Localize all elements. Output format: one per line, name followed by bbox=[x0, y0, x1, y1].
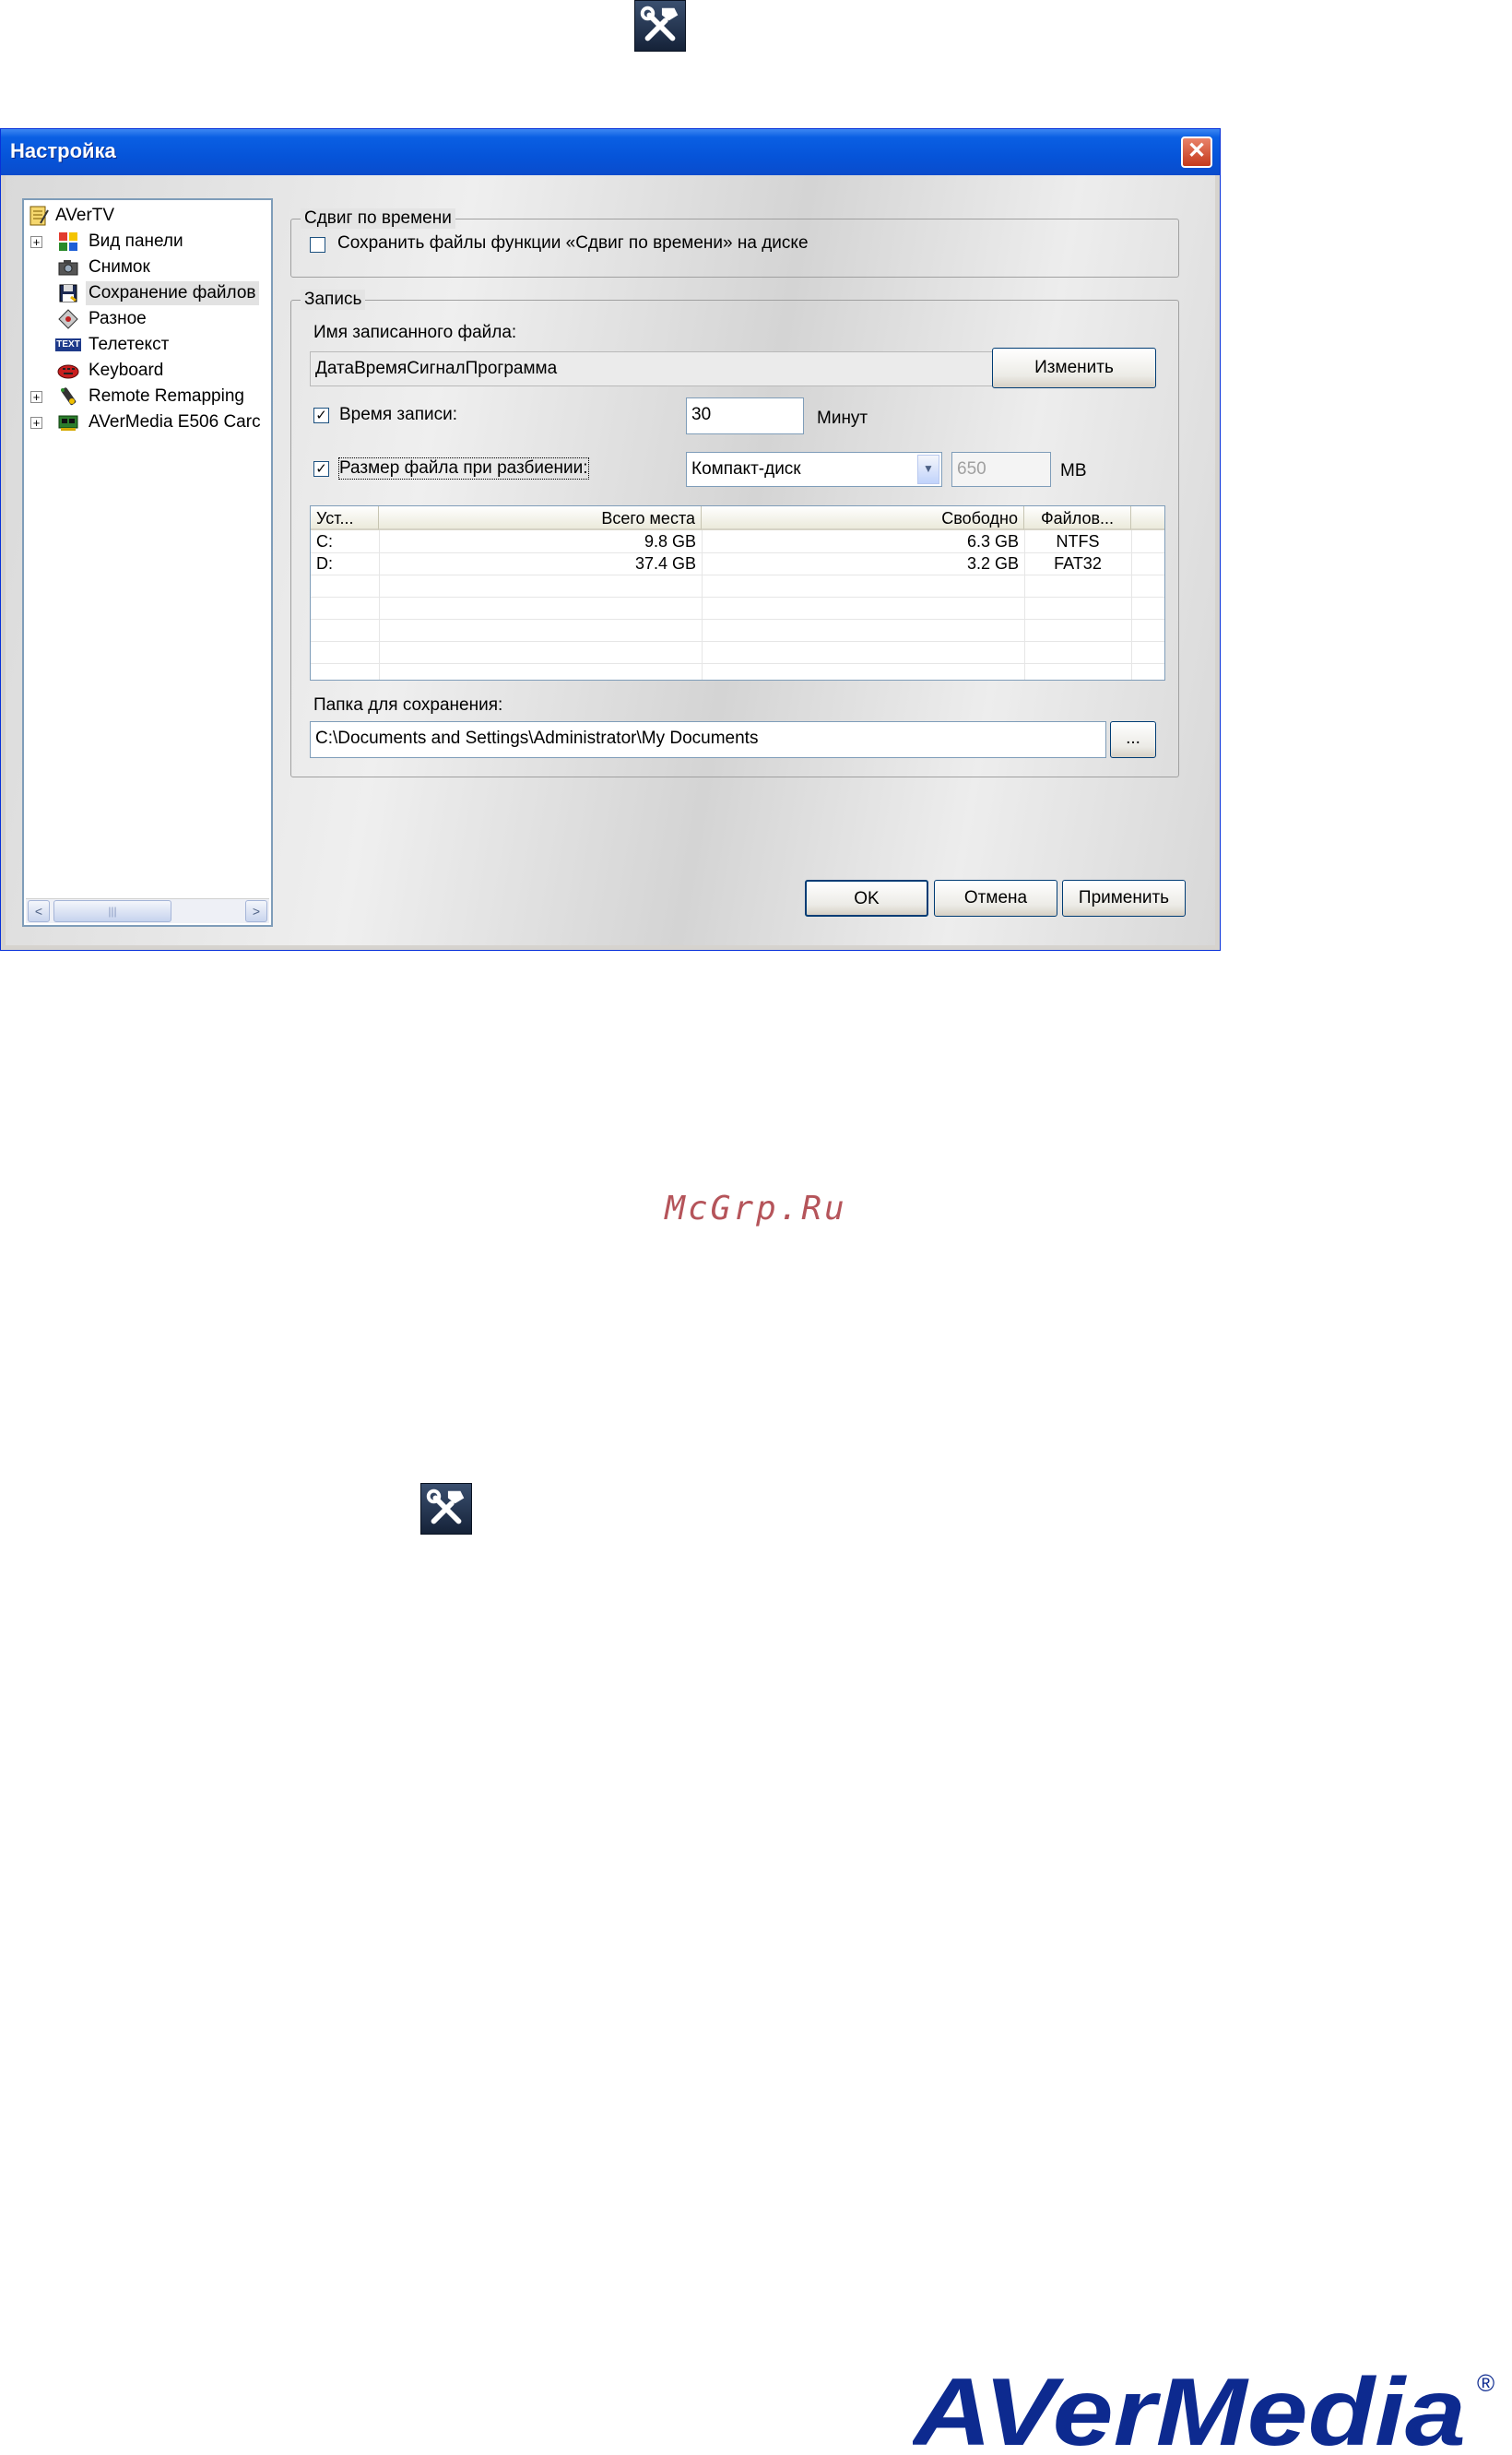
chevron-down-icon[interactable]: ▼ bbox=[917, 455, 939, 484]
scroll-thumb[interactable]: ||| bbox=[53, 900, 171, 922]
tree-item-avertv[interactable]: AVerTV bbox=[24, 204, 266, 228]
tree-item-panel-view[interactable]: + Вид панели bbox=[24, 230, 266, 254]
dialog-client: AVerTV + Вид панели Снимок Сохранение фа… bbox=[6, 175, 1215, 945]
record-time-label: Время записи: bbox=[339, 405, 458, 424]
remote-icon bbox=[57, 385, 79, 408]
tree-item-label: Телетекст bbox=[89, 335, 170, 354]
tree-item-label: AVerTV bbox=[55, 206, 115, 225]
scroll-left-icon[interactable]: < bbox=[28, 900, 50, 922]
tools-icon bbox=[420, 1483, 472, 1535]
tree-item-label: Снимок bbox=[89, 257, 150, 277]
color-squares-icon bbox=[57, 231, 79, 253]
column-header-device[interactable]: Уст... bbox=[311, 506, 379, 530]
timeshift-legend: Сдвиг по времени bbox=[301, 208, 455, 229]
tree-item-remote-remapping[interactable]: + Remote Remapping bbox=[24, 385, 266, 409]
folder-label: Папка для сохранения: bbox=[313, 695, 503, 715]
expand-icon[interactable]: + bbox=[30, 391, 42, 403]
tree-item-label: Сохранение файлов bbox=[86, 281, 259, 305]
scroll-right-icon[interactable]: > bbox=[245, 900, 267, 922]
table-cell: 37.4 GB bbox=[634, 554, 696, 573]
timeshift-save-label: Сохранить файлы функции «Сдвиг по времен… bbox=[337, 233, 809, 253]
column-header-free[interactable]: Свободно bbox=[702, 506, 1024, 530]
keyboard-icon bbox=[57, 360, 79, 382]
tree-item-file-saving[interactable]: Сохранение файлов bbox=[24, 281, 266, 305]
ok-button[interactable]: OK bbox=[805, 880, 928, 917]
tree-item-misc[interactable]: Разное bbox=[24, 307, 266, 331]
split-size-unit: MB bbox=[1060, 461, 1087, 480]
split-size-label: Размер файла при разбиении: bbox=[338, 457, 589, 480]
expand-icon[interactable]: + bbox=[30, 236, 42, 248]
record-time-checkbox[interactable]: ✓ bbox=[313, 408, 329, 423]
table-cell: 6.3 GB bbox=[966, 532, 1019, 551]
change-filename-button[interactable]: Изменить bbox=[992, 348, 1156, 388]
table-cell: C: bbox=[316, 532, 333, 551]
split-type-select[interactable]: Компакт-диск ▼ bbox=[686, 452, 942, 487]
timeshift-save-checkbox[interactable] bbox=[310, 237, 325, 253]
text-icon: TEXT bbox=[55, 338, 81, 351]
notepad-icon bbox=[28, 205, 50, 227]
svg-text:®: ® bbox=[1477, 2369, 1494, 2397]
split-size-input: 650 bbox=[951, 452, 1051, 487]
expand-icon[interactable]: + bbox=[30, 417, 42, 429]
column-header-filler bbox=[1131, 506, 1164, 530]
apply-button[interactable]: Применить bbox=[1062, 880, 1186, 917]
column-header-filesystem[interactable]: Файлов... bbox=[1024, 506, 1131, 530]
tree-item-keyboard[interactable]: Keyboard bbox=[24, 359, 266, 383]
svg-text:AVerMedia: AVerMedia bbox=[913, 2366, 1466, 2450]
watermark: McGrp.Ru bbox=[665, 1190, 847, 1228]
tree-item-label: Разное bbox=[89, 309, 147, 328]
table-cell: 9.8 GB bbox=[644, 532, 696, 551]
title-bar[interactable]: Настройка ✕ bbox=[1, 129, 1220, 175]
table-cell: NTFS bbox=[1056, 532, 1100, 551]
dialog-title: Настройка bbox=[10, 139, 116, 162]
card-icon bbox=[57, 411, 79, 433]
table-cell: FAT32 bbox=[1054, 554, 1102, 573]
camera-icon bbox=[57, 256, 79, 279]
record-legend: Запись bbox=[301, 290, 366, 310]
tree-horizontal-scrollbar[interactable]: < ||| > bbox=[26, 898, 269, 923]
tree-item-label: Keyboard bbox=[89, 361, 164, 380]
close-button[interactable]: ✕ bbox=[1181, 136, 1212, 168]
split-type-value: Компакт-диск bbox=[691, 459, 801, 479]
cancel-button[interactable]: Отмена bbox=[934, 880, 1057, 917]
settings-tree[interactable]: AVerTV + Вид панели Снимок Сохранение фа… bbox=[22, 198, 273, 927]
tree-item-label: Remote Remapping bbox=[89, 386, 244, 406]
split-size-checkbox[interactable]: ✓ bbox=[313, 461, 329, 477]
drives-list[interactable]: Уст... Всего места Свободно Файлов... C:… bbox=[310, 505, 1165, 681]
tree-item-teletext[interactable]: TEXT Телетекст bbox=[24, 333, 266, 357]
folder-field[interactable]: C:\Documents and Settings\Administrator\… bbox=[310, 721, 1106, 758]
filename-field: ДатаВремяСигналПрограмма bbox=[310, 351, 994, 386]
timeshift-group: Сдвиг по времени Сохранить файлы функции… bbox=[290, 208, 1179, 278]
diamond-icon bbox=[57, 308, 79, 330]
tree-item-label: Вид панели bbox=[89, 231, 183, 251]
filename-label: Имя записанного файла: bbox=[313, 323, 517, 342]
tree-item-label: AVerMedia E506 Carc bbox=[89, 412, 261, 432]
tree-item-avermedia-card[interactable]: + AVerMedia E506 Carc bbox=[24, 410, 266, 434]
record-time-input[interactable]: 30 bbox=[686, 397, 804, 434]
record-time-unit: Минут bbox=[817, 409, 868, 428]
floppy-disk-icon bbox=[57, 282, 79, 304]
table-cell: 3.2 GB bbox=[966, 554, 1019, 573]
browse-folder-button[interactable]: ... bbox=[1110, 721, 1156, 758]
column-header-total[interactable]: Всего места bbox=[379, 506, 702, 530]
tools-icon bbox=[634, 0, 686, 52]
avermedia-logo: AVerMedia ® bbox=[910, 2359, 1503, 2455]
tree-item-snapshot[interactable]: Снимок bbox=[24, 255, 266, 279]
table-cell: D: bbox=[316, 554, 333, 573]
settings-dialog: Настройка ✕ AVerTV + Вид панели Снимок С… bbox=[0, 128, 1221, 951]
